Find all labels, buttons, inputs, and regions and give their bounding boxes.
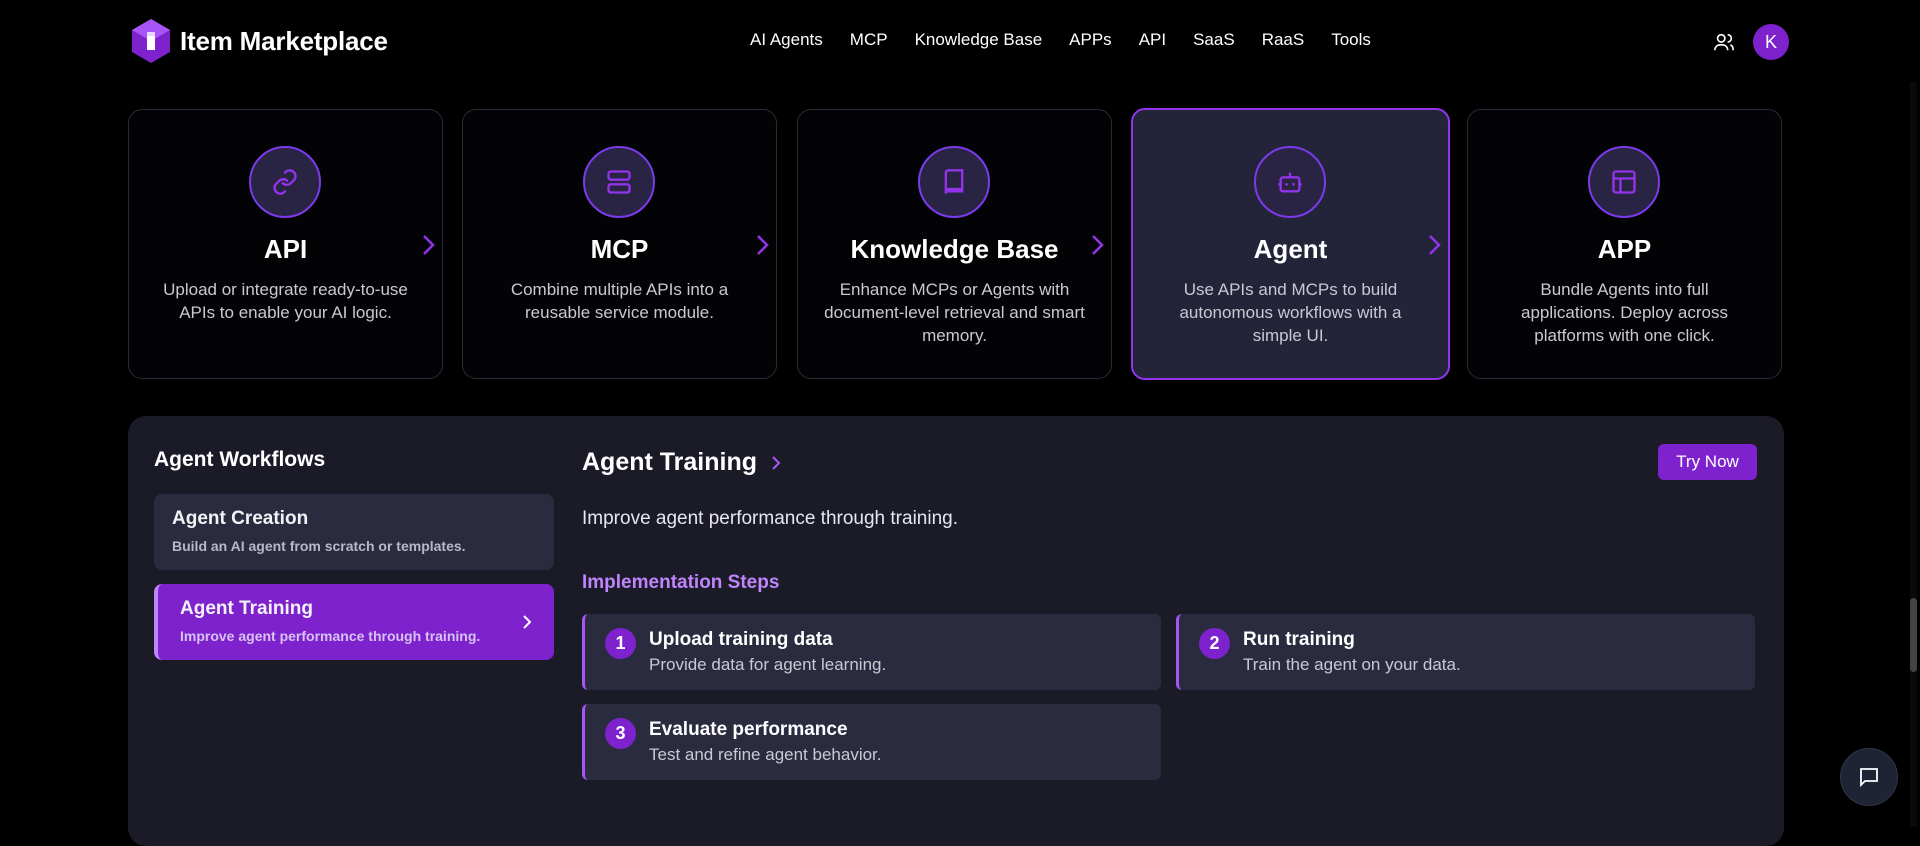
step-number: 3 (605, 718, 636, 749)
card-desc: Upload or integrate ready-to-use APIs to… (163, 280, 408, 322)
card-icon-circle (248, 146, 321, 218)
workflow-item-agent-creation[interactable]: Agent Creation Build an AI agent from sc… (154, 494, 554, 570)
nav-knowledge-base[interactable]: Knowledge Base (915, 30, 1043, 50)
card-title: APP (1597, 234, 1652, 264)
workflow-item-agent-training[interactable]: Agent Training Improve agent performance… (154, 584, 554, 660)
chat-button[interactable] (1840, 748, 1898, 806)
card-title: API (263, 234, 308, 264)
avatar[interactable]: K (1753, 24, 1789, 60)
detail-desc: Improve agent performance through traini… (582, 508, 958, 529)
card-title: Knowledge Base (850, 234, 1059, 264)
card-icon-circle (1587, 146, 1660, 218)
card-desc: Use APIs and MCPs to build autonomous wo… (1179, 280, 1402, 345)
nav-mcp[interactable]: MCP (850, 30, 888, 50)
chevron-right-icon (423, 235, 435, 255)
nav-raas[interactable]: RaaS (1262, 30, 1305, 50)
step-number: 2 (1199, 628, 1230, 659)
nav-ai-agents[interactable]: AI Agents (750, 30, 823, 50)
workflow-item-desc: Build an AI agent from scratch or templa… (172, 538, 466, 554)
step-title: Run training (1243, 629, 1355, 650)
step-title: Upload training data (649, 629, 833, 650)
layout-icon (1611, 170, 1636, 194)
brand-name: Item Marketplace (180, 25, 388, 56)
step-title: Evaluate performance (649, 719, 848, 740)
brand-logo[interactable]: Item Marketplace (130, 18, 388, 64)
step-card: 1 Upload training data Provide data for … (582, 614, 1161, 690)
detail-title-text: Agent Training (582, 448, 757, 476)
main-nav: AI Agents MCP Knowledge Base APPs API Sa… (750, 30, 1398, 50)
chevron-right-icon (523, 615, 532, 629)
top-header: Item Marketplace AI Agents MCP Knowledge… (0, 0, 1920, 80)
workflow-panel: Agent Workflows Agent Creation Build an … (128, 416, 1784, 846)
card-desc: Bundle Agents into full applications. De… (1521, 280, 1728, 345)
message-square-icon (1860, 768, 1878, 788)
try-now-button[interactable]: Try Now (1658, 444, 1757, 480)
users-icon[interactable] (1713, 31, 1735, 53)
card-title: Agent (1253, 234, 1328, 264)
card-knowledge-base[interactable]: Knowledge Base Enhance MCPs or Agents wi… (797, 109, 1112, 379)
card-agent[interactable]: Agent Use APIs and MCPs to build autonom… (1131, 108, 1450, 380)
workflow-item-title: Agent Training (180, 598, 313, 619)
server-icon (606, 170, 631, 194)
hexagon-logo-icon (132, 19, 170, 63)
detail-title[interactable]: Agent Training (582, 448, 781, 477)
step-desc: Provide data for agent learning. (649, 655, 887, 674)
steps-title: Implementation Steps (582, 572, 780, 593)
chevron-right-icon (1092, 235, 1104, 255)
nav-tools[interactable]: Tools (1331, 30, 1371, 50)
link-icon (272, 169, 297, 195)
card-icon-circle (917, 146, 990, 218)
step-desc: Train the agent on your data. (1243, 655, 1461, 674)
scrollbar-thumb[interactable] (1910, 598, 1917, 672)
workflow-item-desc: Improve agent performance through traini… (180, 628, 481, 644)
card-api[interactable]: API Upload or integrate ready-to-use API… (128, 109, 443, 379)
workflows-title: Agent Workflows (154, 448, 326, 471)
card-desc: Enhance MCPs or Agents with document-lev… (824, 280, 1085, 345)
nav-api[interactable]: API (1139, 30, 1166, 50)
chevron-right-icon (757, 235, 769, 255)
card-icon-circle (1253, 146, 1326, 218)
scrollbar-track[interactable] (1910, 82, 1917, 827)
card-app[interactable]: APP Bundle Agents into full applications… (1467, 109, 1782, 379)
chevron-right-icon (772, 455, 781, 470)
chevron-right-icon (1429, 235, 1441, 255)
workflow-item-title: Agent Creation (172, 508, 309, 529)
step-card: 3 Evaluate performance Test and refine a… (582, 704, 1161, 780)
nav-apps[interactable]: APPs (1069, 30, 1112, 50)
step-number: 1 (605, 628, 636, 659)
card-mcp[interactable]: MCP Combine multiple APIs into a reusabl… (462, 109, 777, 379)
card-title: MCP (590, 234, 649, 264)
bot-icon (1277, 172, 1302, 193)
card-desc: Combine multiple APIs into a reusable se… (510, 280, 729, 322)
nav-saas[interactable]: SaaS (1193, 30, 1235, 50)
book-icon (944, 169, 963, 194)
step-card: 2 Run training Train the agent on your d… (1176, 614, 1755, 690)
card-icon-circle (582, 146, 655, 218)
step-desc: Test and refine agent behavior. (649, 745, 882, 764)
